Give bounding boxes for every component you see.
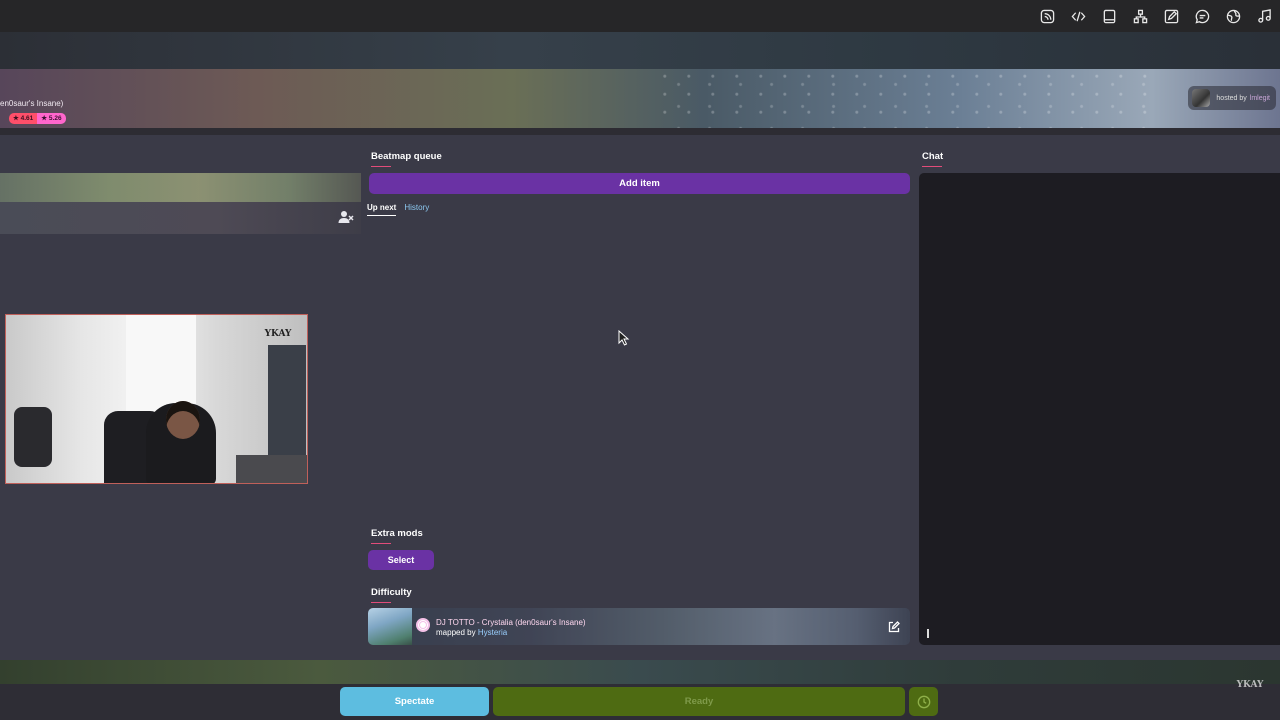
difficulty-map-title: DJ TOTTO - Crystalia (den0saur's Insane) [436,618,586,627]
webcam-logo: YKAY [264,329,292,339]
secondary-rating-badge: ★ 5.26 [37,113,66,124]
clock-icon [917,695,930,708]
hierarchy-icon[interactable] [1125,0,1156,32]
difficulty-title: Difficulty [371,587,412,603]
webcam-person-head [166,401,200,439]
extra-mods-title: Extra mods [371,528,423,544]
header-map-name: en0saur's Insane) [0,99,64,108]
webcam-overlay: YKAY [5,314,308,484]
room-header-banner: en0saur's Insane) ★ 4.61 ★ 5.26 hosted b… [0,69,1280,128]
beatmap-queue-title: Beatmap queue [371,151,442,167]
participant-banner [0,173,361,202]
footer-background-art [0,660,1280,684]
hosted-by-label: hosted by [1216,94,1247,102]
host-name: lmlegit [1249,94,1270,102]
select-mods-button[interactable]: Select [368,550,434,570]
chat-input-caret[interactable] [927,629,929,638]
star-rating-badge: ★ 4.61 [9,113,38,124]
countdown-button[interactable] [909,687,938,716]
participant-row[interactable] [0,202,361,234]
webcam-monitor [268,345,306,465]
edit-icon[interactable] [888,620,900,633]
host-avatar [1192,89,1211,107]
mouse-cursor-icon [618,329,630,346]
top-toolbar [0,0,1280,32]
globe-icon[interactable] [1218,0,1249,32]
beatmap-thumbnail [368,608,412,645]
header-divider [0,128,1280,135]
mapped-by-label: mapped by [436,628,476,637]
difficulty-ring-icon [416,618,430,632]
difficulty-panel[interactable]: DJ TOTTO - Crystalia (den0saur's Insane)… [368,608,910,645]
spectate-button[interactable]: Spectate [340,687,489,716]
webcam-background-chair [14,407,52,467]
code-icon[interactable] [1063,0,1094,32]
host-info[interactable]: hosted by lmlegit [1188,86,1276,110]
mapper-name[interactable]: Hysteria [478,628,507,637]
add-item-button[interactable]: Add item [369,173,910,194]
chat-panel[interactable] [919,173,1280,645]
tab-history[interactable]: History [404,203,429,216]
tab-up-next[interactable]: Up next [367,203,397,216]
difficulty-mapped-by: mapped by Hysteria [436,628,507,637]
chat-bubble-icon[interactable] [1187,0,1218,32]
background-strip [0,32,1280,69]
music-note-icon[interactable] [1249,0,1280,32]
tablet-icon[interactable] [1094,0,1125,32]
chat-title: Chat [922,151,944,167]
banner-background-art [660,69,1160,128]
difficulty-badges: ★ 4.61 ★ 5.26 [9,113,66,124]
footer-logo: YKAY [1236,680,1264,690]
edit-square-icon[interactable] [1156,0,1187,32]
queue-tabs: Up next History [367,203,437,216]
kick-user-icon[interactable] [338,210,354,224]
rss-icon[interactable] [1032,0,1063,32]
webcam-desk [236,455,307,483]
ready-button[interactable]: Ready [493,687,905,716]
